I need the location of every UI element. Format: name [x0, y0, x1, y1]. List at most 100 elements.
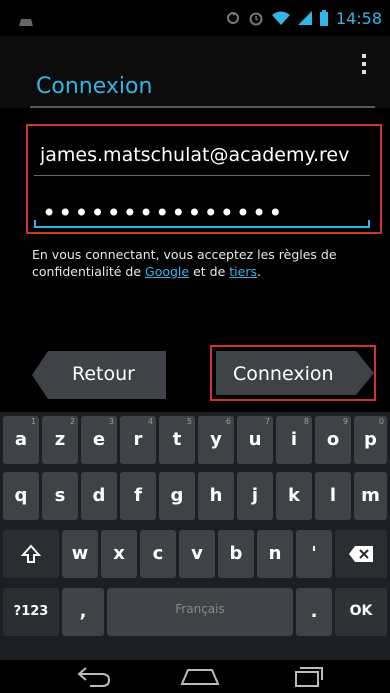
key-m[interactable]: m: [354, 472, 387, 520]
app-notification-icon: [18, 12, 34, 26]
key-a-label: a: [14, 429, 28, 450]
space-key-label: Français: [175, 602, 225, 616]
overflow-menu-icon[interactable]: [360, 54, 368, 76]
key-i-label: i: [290, 429, 298, 450]
key-p[interactable]: 0p: [354, 416, 387, 464]
key-o-number: 9: [342, 417, 348, 426]
shift-key[interactable]: [3, 530, 59, 578]
home-nav-icon[interactable]: [180, 664, 220, 688]
google-link[interactable]: Google: [145, 264, 189, 279]
key-g-label: g: [170, 485, 184, 506]
key-e[interactable]: 3e: [81, 416, 117, 464]
key-g[interactable]: g: [159, 472, 195, 520]
email-field[interactable]: james.matschulat@academy.rev: [40, 144, 370, 166]
navigation-bar: [0, 660, 390, 693]
key-d[interactable]: d: [81, 472, 117, 520]
email-underline: [34, 175, 370, 176]
connexion-button-label: Connexion: [233, 363, 334, 385]
signal-icon: [297, 11, 312, 25]
key-u-label: u: [248, 429, 262, 450]
title-divider: [30, 106, 375, 108]
space-key[interactable]: Français: [107, 588, 293, 636]
key-i[interactable]: 8i: [276, 416, 312, 464]
key-j[interactable]: j: [237, 472, 273, 520]
page-title: Connexion: [36, 74, 153, 99]
key-h-label: h: [209, 485, 223, 506]
key-t[interactable]: 5t: [159, 416, 195, 464]
recent-apps-nav-icon[interactable]: [290, 664, 326, 688]
key-k-label: k: [288, 485, 300, 506]
key-b[interactable]: b: [218, 530, 254, 578]
back-button-label: Retour: [72, 363, 135, 385]
key-o[interactable]: 9o: [315, 416, 351, 464]
key-j-label: j: [251, 485, 259, 506]
key-a[interactable]: 1a: [3, 416, 39, 464]
key-v-label: v: [191, 543, 203, 564]
symbols-key[interactable]: ?123: [3, 588, 59, 636]
key-apostrophe-label: ': [311, 543, 317, 564]
key-r[interactable]: 4r: [120, 416, 156, 464]
key-f[interactable]: f: [120, 472, 156, 520]
terms-text-after: .: [256, 264, 261, 279]
status-bar: 14:58: [0, 0, 390, 36]
key-s[interactable]: s: [42, 472, 78, 520]
key-t-label: t: [172, 429, 182, 450]
sync-icon: [226, 11, 240, 25]
password-field[interactable]: •••••••••••••••: [42, 199, 284, 227]
key-i-number: 8: [303, 417, 309, 426]
key-v[interactable]: v: [179, 530, 215, 578]
password-underline: [34, 226, 370, 228]
alarm-icon: [248, 10, 264, 26]
terms-text-middle: et de: [189, 264, 230, 279]
key-r-label: r: [133, 429, 143, 450]
ok-key-label: OK: [349, 603, 373, 619]
key-c-label: c: [152, 543, 164, 564]
key-u[interactable]: 7u: [237, 416, 273, 464]
key-n-label: n: [268, 543, 282, 564]
key-z-label: z: [54, 429, 66, 450]
key-q-label: q: [14, 485, 28, 506]
back-button[interactable]: Retour: [32, 351, 166, 399]
key-e-label: e: [92, 429, 106, 450]
password-underline-right: [368, 220, 370, 228]
terms-text: En vous connectant, vous acceptez les rè…: [32, 246, 372, 280]
key-c[interactable]: c: [140, 530, 176, 578]
key-y-label: y: [210, 429, 222, 450]
key-f-label: f: [134, 485, 142, 506]
tiers-link[interactable]: tiers: [229, 264, 257, 279]
soft-keyboard: 1a 2z 3e 4r 5t 6y 7u 8i 9o 0p q s d f g …: [0, 412, 390, 660]
key-p-number: 0: [378, 417, 384, 426]
connexion-button[interactable]: Connexion: [210, 345, 376, 401]
key-a-number: 1: [30, 417, 36, 426]
backspace-key[interactable]: [335, 530, 387, 578]
status-time: 14:58: [335, 8, 382, 28]
comma-key-label: ,: [79, 601, 87, 622]
status-icons: 14:58: [226, 8, 382, 28]
key-q[interactable]: q: [3, 472, 39, 520]
key-u-number: 7: [264, 417, 270, 426]
key-apostrophe[interactable]: ': [296, 530, 332, 578]
key-e-number: 3: [108, 417, 114, 426]
key-l[interactable]: l: [315, 472, 351, 520]
key-x[interactable]: x: [101, 530, 137, 578]
key-o-label: o: [326, 429, 340, 450]
key-y[interactable]: 6y: [198, 416, 234, 464]
key-d-label: d: [92, 485, 106, 506]
key-y-number: 6: [225, 417, 231, 426]
ok-key[interactable]: OK: [335, 588, 387, 636]
key-h[interactable]: h: [198, 472, 234, 520]
key-n[interactable]: n: [257, 530, 293, 578]
key-p-label: p: [364, 429, 377, 450]
comma-key[interactable]: ,: [62, 588, 104, 636]
period-key[interactable]: .: [296, 588, 332, 636]
battery-icon: [319, 10, 328, 26]
back-nav-icon[interactable]: [76, 664, 112, 688]
key-b-label: b: [229, 543, 243, 564]
key-k[interactable]: k: [276, 472, 312, 520]
key-z[interactable]: 2z: [42, 416, 78, 464]
key-w-label: w: [71, 543, 89, 564]
key-r-number: 4: [147, 417, 153, 426]
key-w[interactable]: w: [62, 530, 98, 578]
key-x-label: x: [113, 543, 125, 564]
period-key-label: .: [310, 601, 318, 622]
